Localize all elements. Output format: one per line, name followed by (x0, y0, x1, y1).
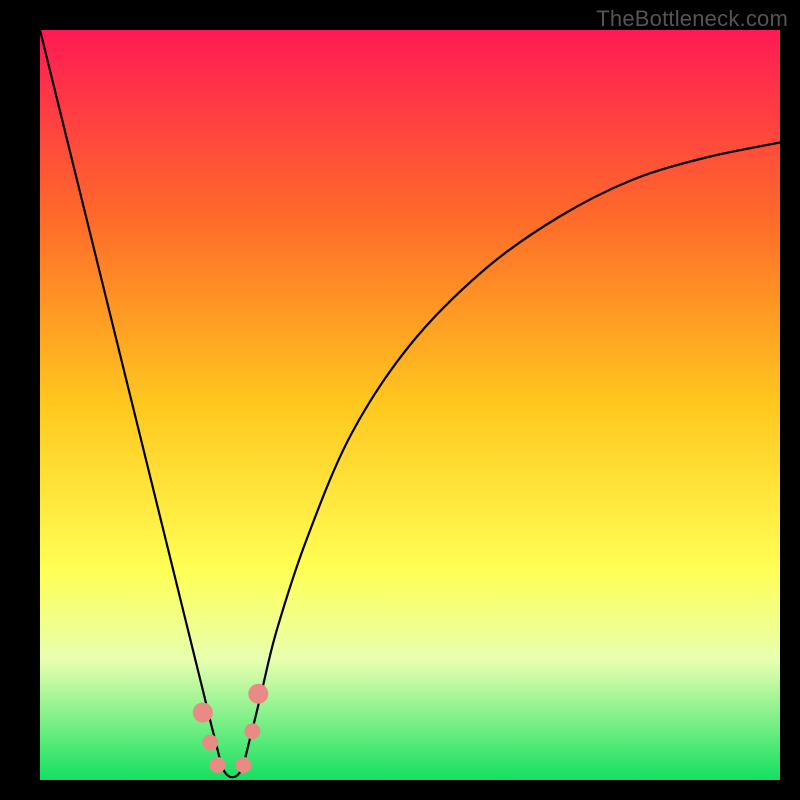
watermark-text: TheBottleneck.com (596, 6, 788, 32)
chart-svg (40, 30, 780, 780)
chart-plot-area (40, 30, 780, 780)
gradient-background (40, 30, 780, 780)
marker-point (248, 684, 268, 704)
marker-point (244, 723, 260, 739)
marker-point (236, 757, 252, 773)
marker-point (210, 757, 226, 773)
marker-point (202, 735, 218, 751)
marker-point (193, 703, 213, 723)
chart-frame: TheBottleneck.com (0, 0, 800, 800)
